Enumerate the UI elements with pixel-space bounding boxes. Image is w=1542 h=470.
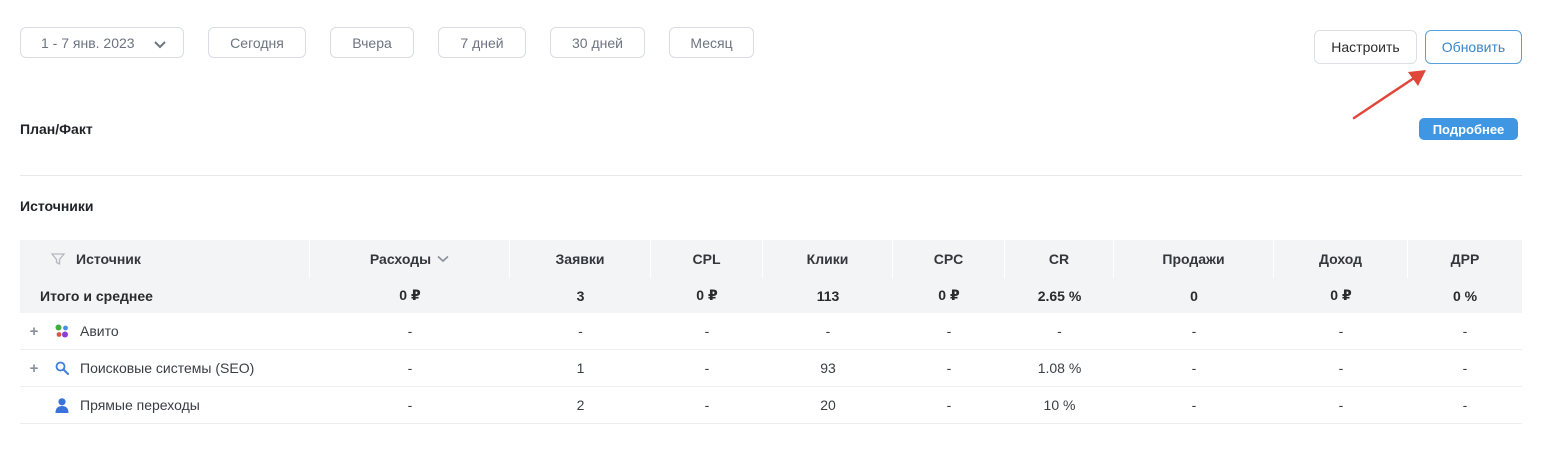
- preset-month-button[interactable]: Месяц: [669, 27, 754, 58]
- sources-title: Источники: [20, 198, 94, 214]
- total-cpl: 0 ₽: [696, 287, 718, 303]
- preset-yesterday-button[interactable]: Вчера: [330, 27, 414, 58]
- row-cr: 1.08 %: [1037, 360, 1082, 376]
- row-drr: -: [1462, 360, 1468, 376]
- plan-fact-title: План/Факт: [20, 121, 93, 137]
- column-expenses[interactable]: Расходы: [310, 240, 510, 278]
- total-revenue: 0 ₽: [1330, 287, 1352, 303]
- filter-icon[interactable]: [50, 251, 66, 267]
- row-revenue: -: [1338, 323, 1344, 339]
- table-total-row: Итого и среднее 0 ₽ 3 0 ₽ 113 0 ₽ 2.65 %…: [20, 278, 1522, 313]
- column-source-label: Источник: [76, 251, 141, 267]
- column-drr[interactable]: ДРР: [1408, 240, 1522, 278]
- row-source-name: Авито: [80, 323, 119, 339]
- preset-7-days-button[interactable]: 7 дней: [438, 27, 526, 58]
- row-cpl: -: [704, 360, 710, 376]
- search-icon: [54, 360, 70, 376]
- table-row[interactable]: + Поисковые системы (SEO) - 1 - 93 - 1.0…: [20, 350, 1522, 387]
- column-source[interactable]: Источник: [20, 240, 310, 278]
- total-clicks: 113: [816, 287, 840, 304]
- preset-30-days-button[interactable]: 30 дней: [550, 27, 645, 58]
- row-clicks: 20: [820, 397, 836, 413]
- sort-chevron-down-icon[interactable]: [437, 255, 449, 263]
- column-revenue[interactable]: Доход: [1274, 240, 1408, 278]
- expand-plus-icon[interactable]: +: [28, 360, 40, 377]
- row-revenue: -: [1338, 397, 1344, 413]
- row-source: + Авито: [20, 313, 310, 349]
- date-range-picker[interactable]: 1 - 7 янв. 2023: [20, 27, 184, 58]
- total-expenses: 0 ₽: [399, 287, 421, 303]
- row-sales: -: [1191, 397, 1197, 413]
- row-cpc: -: [946, 397, 952, 413]
- avito-dots-icon: [54, 323, 70, 339]
- column-leads[interactable]: Заявки: [510, 240, 651, 278]
- column-sales[interactable]: Продажи: [1114, 240, 1274, 278]
- row-cpc: -: [946, 360, 952, 376]
- refresh-button[interactable]: Обновить: [1425, 30, 1522, 64]
- row-cpl: -: [704, 397, 710, 413]
- column-cr[interactable]: CR: [1005, 240, 1114, 278]
- column-cpl[interactable]: CPL: [651, 240, 763, 278]
- configure-button[interactable]: Настроить: [1314, 30, 1417, 64]
- annotation-arrow-icon: [1352, 70, 1426, 120]
- table-row[interactable]: + Авито - - - - - - - - -: [20, 313, 1522, 350]
- row-drr: -: [1462, 323, 1468, 339]
- row-clicks: -: [825, 323, 831, 339]
- row-clicks: 93: [820, 360, 836, 376]
- date-range-label: 1 - 7 янв. 2023: [41, 34, 135, 51]
- row-drr: -: [1462, 397, 1468, 413]
- row-leads: 1: [576, 360, 585, 376]
- total-label: Итого и среднее: [40, 287, 153, 304]
- row-cr: -: [1057, 323, 1062, 339]
- row-expenses: -: [407, 397, 413, 413]
- column-cpc[interactable]: CPC: [893, 240, 1005, 278]
- row-leads: -: [578, 323, 583, 339]
- user-icon: [54, 397, 70, 413]
- table-row[interactable]: + Прямые переходы - 2 - 20 - 10 % - - -: [20, 387, 1522, 424]
- sources-table: Источник Расходы Заявки CPL Клики CPC CR…: [20, 240, 1522, 424]
- row-cpl: -: [704, 323, 710, 339]
- total-drr: 0 %: [1452, 287, 1478, 304]
- total-leads: 3: [576, 287, 585, 304]
- row-source: + Поисковые системы (SEO): [20, 350, 310, 386]
- row-source: + Прямые переходы: [20, 387, 310, 423]
- column-clicks[interactable]: Клики: [763, 240, 893, 278]
- row-leads: 2: [576, 397, 585, 413]
- row-revenue: -: [1338, 360, 1344, 376]
- row-cr: 10 %: [1043, 397, 1076, 413]
- total-cr: 2.65 %: [1037, 287, 1082, 304]
- row-expenses: -: [407, 360, 413, 376]
- row-source-name: Прямые переходы: [80, 397, 200, 413]
- total-sales: 0: [1190, 287, 1198, 304]
- preset-today-button[interactable]: Сегодня: [208, 27, 306, 58]
- expand-plus-icon[interactable]: +: [28, 323, 40, 340]
- more-details-button[interactable]: Подробнее: [1419, 118, 1518, 140]
- column-expenses-label: Расходы: [369, 251, 432, 267]
- table-header: Источник Расходы Заявки CPL Клики CPC CR…: [20, 240, 1522, 278]
- section-divider: [20, 175, 1522, 176]
- row-expenses: -: [407, 323, 413, 339]
- row-source-name: Поисковые системы (SEO): [80, 360, 255, 376]
- row-cpc: -: [946, 323, 952, 339]
- total-cpc: 0 ₽: [938, 287, 960, 303]
- row-sales: -: [1191, 323, 1197, 339]
- chevron-down-icon: [153, 37, 167, 53]
- row-sales: -: [1191, 360, 1197, 376]
